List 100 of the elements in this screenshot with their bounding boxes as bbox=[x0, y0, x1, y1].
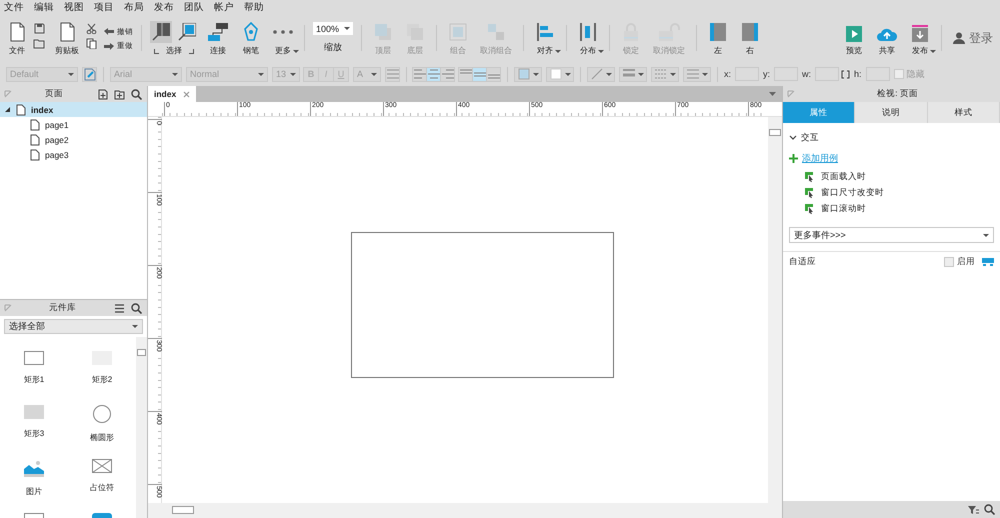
menu-item[interactable]: 发布 bbox=[154, 0, 174, 14]
align-bottom-button[interactable] bbox=[486, 66, 501, 82]
preview-button[interactable]: 预览 bbox=[841, 20, 867, 56]
widget-item[interactable]: 矩形1 bbox=[0, 347, 68, 401]
menu-item[interactable]: 项目 bbox=[94, 0, 114, 14]
widget-item[interactable]: 矩形3 bbox=[0, 401, 68, 455]
line-color-dropdown[interactable] bbox=[587, 66, 615, 82]
text-align-icon bbox=[414, 69, 426, 79]
adaptive-views-button[interactable] bbox=[981, 255, 994, 268]
undo-arrow-icon bbox=[104, 28, 114, 36]
menu-item[interactable]: 视图 bbox=[64, 0, 84, 14]
align-button[interactable]: 对齐 bbox=[532, 20, 558, 56]
menu-item[interactable]: 编辑 bbox=[34, 0, 54, 14]
search-button[interactable] bbox=[130, 302, 143, 314]
menu-item[interactable]: 帮助 bbox=[244, 0, 264, 14]
page-tree-item[interactable]: page1 bbox=[0, 117, 147, 132]
line-width-dropdown[interactable] bbox=[619, 66, 647, 82]
left-button[interactable]: 左 bbox=[705, 20, 731, 56]
layers-icon bbox=[373, 22, 393, 42]
align-top-button[interactable] bbox=[458, 66, 473, 82]
arrow-style-dropdown[interactable] bbox=[683, 66, 711, 82]
event-item[interactable]: 窗口滚动时 bbox=[789, 201, 994, 217]
scrollbar[interactable] bbox=[148, 503, 782, 518]
more-events-dropdown[interactable]: 更多事件>>> bbox=[789, 227, 994, 243]
caret-icon bbox=[290, 72, 296, 76]
align-middle-button[interactable] bbox=[472, 66, 487, 82]
widget-item[interactable]: 矩形2 bbox=[68, 347, 136, 401]
distribute-icon bbox=[578, 22, 598, 42]
search-icon bbox=[984, 504, 995, 515]
inspector-tab[interactable]: 说明 bbox=[855, 102, 928, 123]
menu-icon bbox=[114, 302, 125, 314]
page-tree-item[interactable]: index bbox=[0, 102, 147, 117]
section-header[interactable]: 交互 bbox=[789, 131, 994, 145]
menu-button[interactable] bbox=[113, 302, 126, 314]
style-editor-button[interactable] bbox=[82, 66, 97, 82]
connector-icon bbox=[207, 22, 229, 42]
shadow-icon bbox=[550, 68, 562, 80]
shadow-dropdown[interactable] bbox=[546, 66, 574, 82]
widget-item[interactable]: 椭圆形 bbox=[68, 401, 136, 455]
menu-item[interactable]: 布局 bbox=[124, 0, 144, 14]
fill-color-dropdown[interactable] bbox=[514, 66, 542, 82]
pen-button[interactable]: 钢笔 bbox=[238, 20, 264, 56]
connect-button[interactable]: 连接 bbox=[204, 20, 232, 56]
save-button[interactable] bbox=[32, 22, 46, 34]
right-button[interactable]: 右 bbox=[737, 20, 763, 56]
more-button[interactable]: 更多 bbox=[270, 20, 296, 56]
document-tab[interactable]: index bbox=[148, 86, 196, 102]
enable-checkbox[interactable]: 启用 bbox=[944, 256, 975, 268]
menu-item[interactable]: 文件 bbox=[4, 0, 24, 14]
library-dropdown[interactable]: 选择全部 bbox=[4, 319, 143, 334]
page-tree-item[interactable]: page2 bbox=[0, 132, 147, 147]
menu-item[interactable]: 团队 bbox=[184, 0, 204, 14]
search-button[interactable] bbox=[983, 503, 996, 516]
dots-icon bbox=[273, 30, 293, 34]
line-style-icon bbox=[655, 68, 667, 80]
event-item[interactable]: 页面载入时 bbox=[789, 169, 994, 185]
align-right-button[interactable] bbox=[440, 66, 455, 82]
play-icon bbox=[846, 26, 862, 42]
zoom-dropdown[interactable]: 100% bbox=[313, 22, 353, 35]
widget-item[interactable]: 图片 bbox=[0, 455, 68, 509]
menu-item[interactable]: 帐户 bbox=[214, 0, 234, 14]
event-item[interactable]: 窗口尺寸改变时 bbox=[789, 185, 994, 201]
open-button[interactable] bbox=[32, 37, 46, 49]
select-contained-button[interactable] bbox=[176, 20, 198, 42]
scrollbar[interactable] bbox=[136, 337, 147, 518]
copy-button[interactable] bbox=[84, 37, 98, 49]
add-folder-icon bbox=[114, 88, 125, 100]
search-button[interactable] bbox=[130, 88, 143, 100]
add-folder-button[interactable] bbox=[113, 88, 126, 100]
field-label: w: bbox=[802, 69, 812, 79]
chevron-down-icon bbox=[789, 135, 797, 141]
publish-button[interactable]: 发布 bbox=[907, 20, 933, 56]
rectangle-widget[interactable] bbox=[351, 232, 614, 378]
new-page-button[interactable]: 文件 bbox=[4, 20, 30, 56]
align-left-button[interactable] bbox=[412, 66, 427, 82]
cut-button[interactable] bbox=[84, 22, 98, 34]
field-label: h: bbox=[854, 69, 862, 79]
plus-icon bbox=[789, 154, 798, 162]
devices-icon bbox=[982, 258, 994, 266]
page-icon bbox=[30, 134, 40, 146]
panel-title: 页面 bbox=[45, 88, 63, 100]
share-button[interactable]: 共享 bbox=[873, 20, 901, 56]
login-button[interactable]: 登录 bbox=[950, 28, 996, 48]
add-page-button[interactable] bbox=[96, 88, 109, 100]
download-icon bbox=[912, 25, 928, 42]
widget-item[interactable]: 占位符 bbox=[68, 455, 136, 509]
inspector-tab[interactable]: 样式 bbox=[928, 102, 1000, 123]
scrollbar[interactable] bbox=[768, 117, 782, 503]
line-style-dropdown[interactable] bbox=[651, 66, 679, 82]
paste-button[interactable]: 剪贴板 bbox=[52, 20, 82, 56]
distribute-button[interactable]: 分布 bbox=[575, 20, 601, 56]
folder-icon bbox=[32, 38, 46, 48]
arrow-style-icon bbox=[687, 68, 699, 80]
align-center-button[interactable] bbox=[426, 66, 441, 82]
select-intersected-button[interactable] bbox=[150, 20, 172, 42]
filter-button[interactable] bbox=[967, 503, 980, 516]
page-tree-item[interactable]: page3 bbox=[0, 147, 147, 162]
ungroup-icon bbox=[486, 22, 506, 42]
caret-icon bbox=[258, 72, 264, 76]
bullet-list-button[interactable] bbox=[385, 66, 400, 82]
